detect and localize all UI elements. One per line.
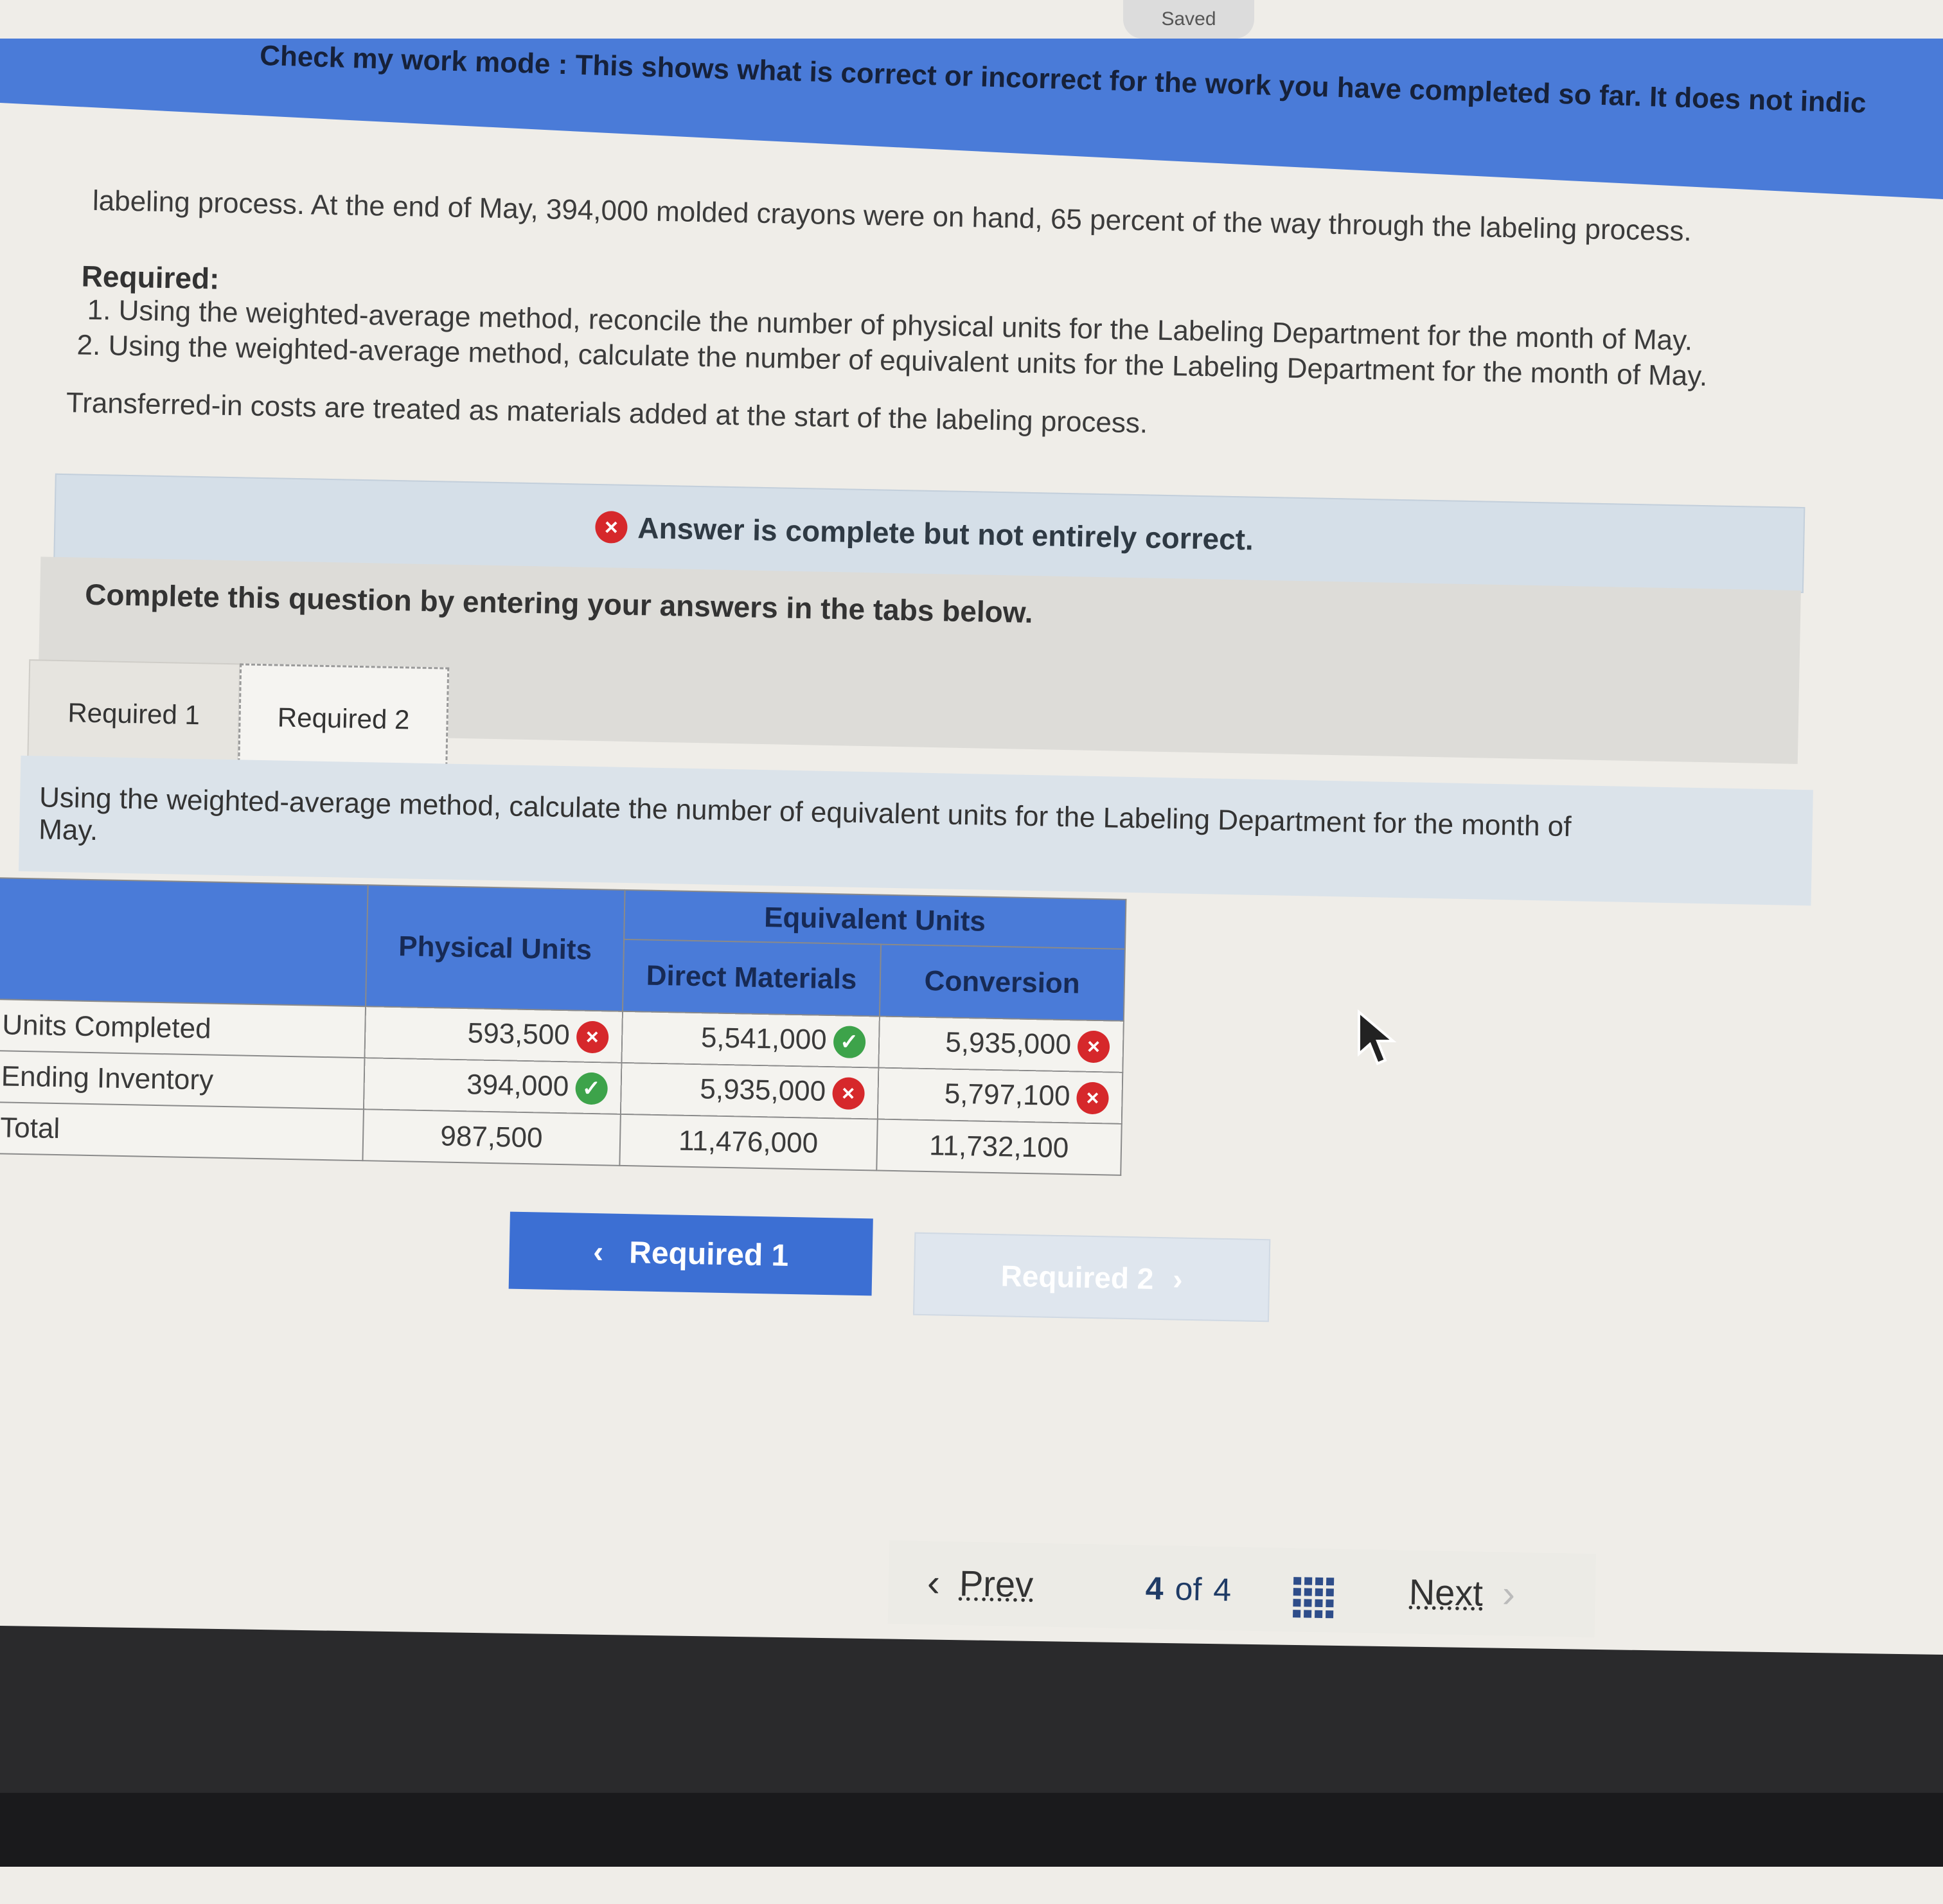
tab-instruction: Using the weighted-average method, calcu… xyxy=(39,781,1774,879)
tab-required-2-label: Required 2 xyxy=(277,702,410,735)
incorrect-icon: × xyxy=(576,1020,609,1054)
incorrect-icon: × xyxy=(1077,1030,1110,1063)
cell-value: 5,935,000 xyxy=(945,1026,1072,1061)
direct-materials-total: 11,476,000 xyxy=(619,1114,878,1171)
prev-label: Prev xyxy=(959,1563,1034,1605)
question-grid-icon[interactable] xyxy=(1293,1577,1335,1619)
chevron-right-icon: › xyxy=(1172,1261,1184,1296)
tab-required-1[interactable]: Required 1 xyxy=(27,659,241,769)
tab-required-2[interactable]: Required 2 xyxy=(238,663,450,772)
conversion-header: Conversion xyxy=(879,944,1125,1021)
correct-icon: ✓ xyxy=(833,1026,866,1059)
row-label: Units Completed xyxy=(0,999,366,1058)
chevron-left-icon: ‹ xyxy=(927,1561,941,1605)
next-question-button[interactable]: Next › xyxy=(1408,1570,1515,1616)
row-label: Total xyxy=(0,1102,364,1161)
cell-value: 5,541,000 xyxy=(700,1022,828,1056)
next-label: Next xyxy=(1408,1571,1484,1614)
equivalent-units-header: Equivalent Units xyxy=(623,889,1126,949)
direct-materials-input[interactable]: 5,541,000 ✓ xyxy=(621,1011,880,1068)
screen-bezel-bottom xyxy=(0,1793,1943,1867)
required-title: Required: xyxy=(81,259,220,296)
physical-units-total: 987,500 xyxy=(362,1109,621,1166)
cell-value: 5,935,000 xyxy=(699,1073,826,1107)
physical-units-input[interactable]: 593,500 × xyxy=(364,1006,623,1063)
prev-question-button[interactable]: ‹ Prev xyxy=(927,1560,1033,1606)
conversion-input[interactable]: 5,935,000 × xyxy=(878,1016,1124,1072)
chevron-right-icon: › xyxy=(1502,1572,1516,1615)
incorrect-icon: × xyxy=(1076,1081,1109,1115)
direct-materials-input[interactable]: 5,935,000 × xyxy=(620,1062,878,1119)
prev-required-label: Required 1 xyxy=(628,1235,789,1273)
problem-intro: labeling process. At the end of May, 394… xyxy=(92,184,1692,247)
incorrect-icon: × xyxy=(831,1077,865,1110)
prev-required-button[interactable]: ‹ Required 1 xyxy=(508,1211,873,1296)
next-required-button[interactable]: Required 2 › xyxy=(912,1232,1271,1322)
conversion-total: 11,732,100 xyxy=(876,1119,1122,1175)
question-page: labeling process. At the end of May, 394… xyxy=(0,0,1942,1904)
total-questions: 4 xyxy=(1212,1571,1232,1608)
chevron-left-icon: ‹ xyxy=(592,1234,604,1269)
transferred-in-note: Transferred-in costs are treated as mate… xyxy=(66,387,1148,440)
mouse-cursor-icon xyxy=(1358,1009,1397,1065)
row-label-header xyxy=(0,878,368,1007)
answer-status-text: Answer is complete but not entirely corr… xyxy=(637,511,1254,556)
current-question: 4 xyxy=(1145,1570,1164,1607)
cell-value: 394,000 xyxy=(466,1069,569,1103)
equivalent-units-table: Physical Units Equivalent Units Direct M… xyxy=(0,877,1126,1176)
cell-value: 593,500 xyxy=(467,1017,571,1051)
next-required-label: Required 2 xyxy=(1000,1258,1154,1295)
physical-units-input[interactable]: 394,000 ✓ xyxy=(363,1058,621,1114)
row-label: Ending Inventory xyxy=(0,1051,365,1110)
of-label: of xyxy=(1175,1570,1202,1608)
correct-icon: ✓ xyxy=(574,1072,608,1105)
cell-value: 5,797,100 xyxy=(944,1078,1071,1112)
complete-instruction: Complete this question by entering your … xyxy=(84,577,1034,630)
direct-materials-header: Direct Materials xyxy=(622,939,881,1017)
physical-units-header: Physical Units xyxy=(366,885,625,1011)
tab-required-1-label: Required 1 xyxy=(67,697,200,731)
question-pager: ‹ Prev 4 of 4 Next › xyxy=(887,1540,1597,1638)
question-counter: 4 of 4 xyxy=(1145,1570,1231,1609)
error-icon: × xyxy=(594,510,628,544)
conversion-input[interactable]: 5,797,100 × xyxy=(877,1067,1123,1124)
